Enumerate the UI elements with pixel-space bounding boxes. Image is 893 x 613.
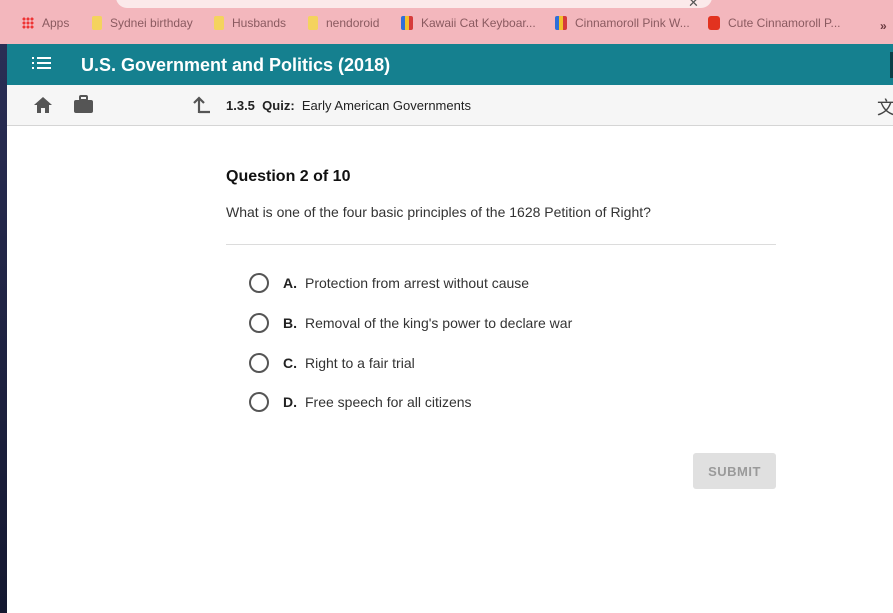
bookmark-husbands[interactable]: Husbands — [214, 16, 286, 30]
bookmark-label: Kawaii Cat Keyboar... — [421, 16, 536, 30]
radio-button[interactable] — [249, 392, 269, 412]
clear-address-icon[interactable]: ✕ — [688, 0, 699, 11]
answer-option-b[interactable]: B. Removal of the king's power to declar… — [249, 313, 572, 333]
lesson-bar: 1.3.5 Quiz: Early American Governments 文 — [7, 85, 893, 126]
bookmark-label: Apps — [42, 16, 70, 30]
divider — [226, 244, 776, 245]
answer-option-d[interactable]: D. Free speech for all citizens — [249, 392, 472, 412]
option-letter: C. — [283, 355, 297, 371]
home-icon[interactable] — [33, 95, 53, 115]
folder-icon — [92, 16, 102, 30]
bookmark-label: nendoroid — [326, 16, 380, 30]
apps-grid-icon — [22, 17, 34, 29]
more-bookmarks-button[interactable]: » — [880, 19, 887, 33]
option-text: Right to a fair trial — [305, 355, 415, 371]
desktop-edge — [0, 44, 7, 613]
briefcase-icon[interactable] — [73, 95, 94, 114]
folder-icon — [214, 16, 224, 30]
question-text: What is one of the four basic principles… — [226, 204, 651, 220]
answer-option-c[interactable]: C. Right to a fair trial — [249, 353, 415, 373]
option-text: Free speech for all citizens — [305, 394, 472, 410]
bookmark-label: Cinnamoroll Pink W... — [575, 16, 690, 30]
folder-icon — [308, 16, 318, 30]
option-text: Protection from arrest without cause — [305, 275, 530, 291]
bookmark-kawaii-cat-keyboard[interactable]: Kawaii Cat Keyboar... — [401, 16, 536, 30]
option-letter: D. — [283, 394, 297, 410]
shopping-bag-icon — [555, 16, 567, 30]
shopping-bag-icon — [401, 16, 413, 30]
lesson-name: Early American Governments — [301, 98, 471, 113]
lesson-title: 1.3.5 Quiz: Early American Governments — [226, 98, 471, 113]
course-title: U.S. Government and Politics (2018) — [81, 55, 391, 75]
menu-icon[interactable] — [32, 57, 52, 71]
browser-chrome: ✕ Apps Sydnei birthday Husbands nendoroi… — [0, 0, 893, 44]
bookmark-label: Sydnei birthday — [110, 16, 193, 30]
option-letter: B. — [283, 315, 297, 331]
radio-button[interactable] — [249, 273, 269, 293]
lesson-type: Quiz: — [262, 98, 295, 113]
option-letter: A. — [283, 275, 297, 291]
aliexpress-icon — [708, 16, 720, 30]
lesson-number: 1.3.5 — [226, 98, 255, 113]
question-counter: Question 2 of 10 — [226, 168, 351, 185]
bookmarks-bar: Apps Sydnei birthday Husbands nendoroid … — [0, 13, 893, 39]
radio-button[interactable] — [249, 353, 269, 373]
bookmark-nendoroid[interactable]: nendoroid — [308, 16, 379, 30]
bookmark-cute-cinnamoroll[interactable]: Cute Cinnamoroll P... — [708, 16, 841, 30]
bookmark-label: Husbands — [232, 16, 287, 30]
quiz-page: U.S. Government and Politics (2018) 1.3.… — [7, 44, 893, 613]
address-bar[interactable] — [116, 0, 712, 8]
bookmark-label: Cute Cinnamoroll P... — [728, 16, 841, 30]
radio-button[interactable] — [249, 313, 269, 333]
submit-button[interactable]: SUBMIT — [693, 453, 776, 489]
bookmark-sydnei-birthday[interactable]: Sydnei birthday — [92, 16, 193, 30]
level-up-icon[interactable] — [193, 95, 211, 114]
answer-option-a[interactable]: A. Protection from arrest without cause — [249, 273, 529, 293]
bookmark-apps[interactable]: Apps — [22, 16, 69, 30]
app-header: U.S. Government and Politics (2018) — [7, 44, 893, 85]
bookmark-cinnamoroll-pink[interactable]: Cinnamoroll Pink W... — [555, 16, 690, 30]
option-text: Removal of the king's power to declare w… — [305, 315, 573, 331]
translate-icon[interactable]: 文 — [877, 94, 893, 120]
